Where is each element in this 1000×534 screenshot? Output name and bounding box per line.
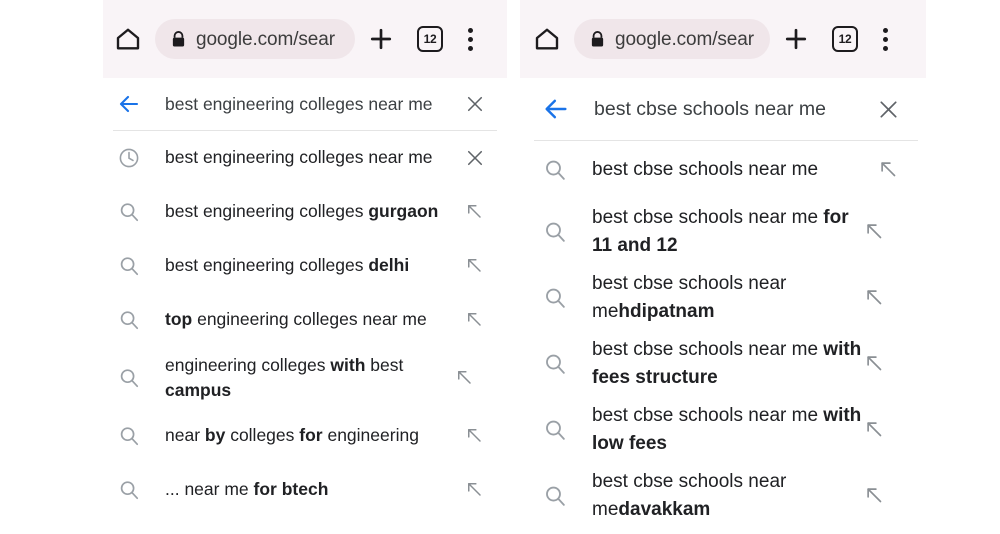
- suggestion-row[interactable]: top engineering colleges near me: [103, 293, 507, 347]
- search-bar: best cbse schools near me: [520, 78, 926, 140]
- browser-panel-right: google.com/sear 12 best cbse schools nea…: [520, 0, 926, 534]
- suggestion-text: engineering colleges with best campus: [165, 354, 404, 400]
- tab-counter-box: 12: [417, 26, 443, 52]
- search-icon: [542, 483, 568, 509]
- suggestion-row[interactable]: best cbse schools near me with fees stru…: [520, 331, 926, 397]
- insert-arrow-icon[interactable]: [864, 419, 886, 441]
- suggestion-text: best cbse schools near mehdipatnam: [592, 273, 787, 322]
- suggestion-row[interactable]: near by colleges for engineering: [103, 409, 507, 463]
- tab-counter-icon[interactable]: 12: [415, 24, 445, 54]
- search-icon: [542, 157, 568, 183]
- suggestion-text: ... near me for btech: [165, 479, 329, 500]
- overflow-menu-icon[interactable]: [459, 25, 481, 53]
- menu-dot: [467, 45, 473, 51]
- search-icon: [542, 285, 568, 311]
- suggestion-list: best cbse schools near me best cbse schoo…: [520, 141, 926, 534]
- suggestion-row[interactable]: best engineering colleges near me: [103, 131, 507, 185]
- back-arrow-icon[interactable]: [117, 92, 141, 116]
- search-input[interactable]: best cbse schools near me: [594, 98, 877, 121]
- suggestion-text: top engineering colleges near me: [165, 309, 427, 330]
- browser-toolbar: google.com/sear 12: [103, 0, 507, 78]
- address-bar[interactable]: google.com/sear: [574, 19, 770, 59]
- insert-arrow-icon[interactable]: [465, 256, 485, 276]
- insert-arrow-icon[interactable]: [455, 368, 475, 388]
- menu-dot: [882, 27, 888, 33]
- suggestion-row[interactable]: best engineering colleges delhi: [103, 239, 507, 293]
- suggestion-text: best engineering colleges near me: [165, 147, 433, 168]
- history-clock-icon: [117, 146, 141, 170]
- search-icon: [117, 254, 141, 278]
- plus-icon[interactable]: [782, 25, 810, 53]
- suggestion-list: best engineering colleges near me best en…: [103, 131, 507, 517]
- suggestion-text: best engineering colleges delhi: [165, 255, 410, 276]
- browser-toolbar: google.com/sear 12: [520, 0, 926, 78]
- back-arrow-icon[interactable]: [542, 95, 570, 123]
- suggestion-text: best cbse schools near me for 11 and 12: [592, 207, 849, 256]
- search-icon: [117, 200, 141, 224]
- menu-dot: [467, 36, 473, 42]
- search-icon: [542, 219, 568, 245]
- overflow-menu-icon[interactable]: [874, 25, 896, 53]
- suggestion-text: near by colleges for engineering: [165, 425, 419, 446]
- suggestion-row[interactable]: ... near me for btech: [103, 463, 507, 517]
- search-icon: [117, 366, 141, 390]
- lock-icon: [171, 30, 186, 48]
- suggestion-row[interactable]: engineering colleges with best campus: [103, 347, 507, 409]
- insert-arrow-icon[interactable]: [864, 287, 886, 309]
- insert-arrow-icon[interactable]: [864, 485, 886, 507]
- search-bar: best engineering colleges near me: [103, 78, 507, 130]
- menu-dot: [882, 45, 888, 51]
- suggestion-row[interactable]: best engineering colleges gurgaon: [103, 185, 507, 239]
- search-icon: [542, 351, 568, 377]
- insert-arrow-icon[interactable]: [878, 159, 900, 181]
- home-icon[interactable]: [113, 24, 143, 54]
- close-icon[interactable]: [877, 98, 900, 121]
- insert-arrow-icon[interactable]: [864, 221, 886, 243]
- close-icon[interactable]: [465, 94, 485, 114]
- menu-dot: [467, 27, 473, 33]
- suggestion-row[interactable]: best cbse schools near me: [520, 141, 926, 199]
- search-icon: [542, 417, 568, 443]
- tab-counter-icon[interactable]: 12: [830, 24, 860, 54]
- search-icon: [117, 424, 141, 448]
- search-input[interactable]: best engineering colleges near me: [165, 94, 465, 115]
- suggestion-text: best cbse schools near me with low fees: [592, 405, 862, 454]
- suggestion-text: best cbse schools near me: [592, 159, 819, 181]
- insert-arrow-icon[interactable]: [465, 480, 485, 500]
- url-text: google.com/sear: [196, 29, 335, 49]
- insert-arrow-icon[interactable]: [465, 202, 485, 222]
- suggestion-row[interactable]: top cbse schools near me: [520, 529, 926, 534]
- suggestion-text: best cbse schools near me with fees stru…: [592, 339, 862, 388]
- address-bar[interactable]: google.com/sear: [155, 19, 355, 59]
- close-icon[interactable]: [465, 148, 485, 168]
- tab-count-label: 12: [423, 32, 437, 46]
- url-text: google.com/sear: [615, 29, 754, 49]
- search-icon: [117, 308, 141, 332]
- plus-icon[interactable]: [367, 25, 395, 53]
- insert-arrow-icon[interactable]: [465, 426, 485, 446]
- suggestion-text: best cbse schools near medavakkam: [592, 471, 787, 520]
- suggestion-row[interactable]: best cbse schools near me for 11 and 12: [520, 199, 926, 265]
- insert-arrow-icon[interactable]: [465, 310, 485, 330]
- menu-dot: [882, 36, 888, 42]
- suggestion-row[interactable]: best cbse schools near medavakkam: [520, 463, 926, 529]
- browser-panel-left: google.com/sear 12 best engineering coll…: [103, 0, 507, 519]
- search-icon: [117, 478, 141, 502]
- tab-count-label: 12: [838, 32, 852, 46]
- suggestion-text: best engineering colleges gurgaon: [165, 201, 439, 222]
- screenshot-root: google.com/sear 12 best engineering coll…: [0, 0, 1000, 534]
- insert-arrow-icon[interactable]: [864, 353, 886, 375]
- suggestion-row[interactable]: best cbse schools near mehdipatnam: [520, 265, 926, 331]
- home-icon[interactable]: [532, 24, 562, 54]
- tab-counter-box: 12: [832, 26, 858, 52]
- lock-icon: [590, 30, 605, 48]
- suggestion-row[interactable]: best cbse schools near me with low fees: [520, 397, 926, 463]
